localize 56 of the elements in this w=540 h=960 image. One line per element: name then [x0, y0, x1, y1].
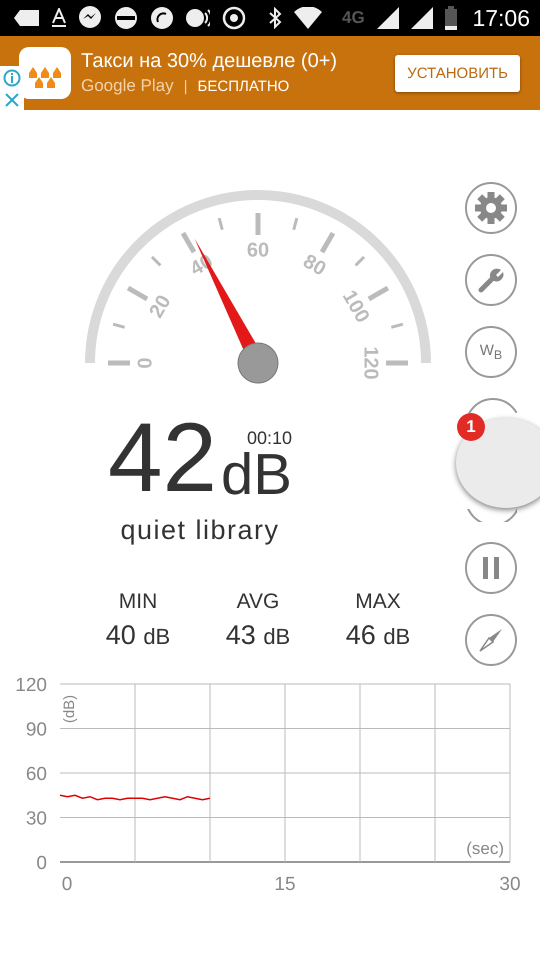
stat-label: MAX	[355, 590, 401, 614]
gauge-scale-label: 100	[338, 286, 374, 327]
clock: 17:06	[472, 4, 530, 32]
y-axis-label: 90	[26, 720, 47, 740]
compass-button[interactable]	[465, 614, 517, 666]
info-icon	[3, 69, 21, 87]
network-type: 4G	[342, 8, 365, 28]
y-axis-title: (dB)	[61, 694, 78, 724]
compass-icon	[478, 627, 504, 653]
y-axis-label: 60	[26, 764, 47, 785]
ad-title: Такси на 30% дешевле (0+)	[81, 50, 338, 73]
x-axis-label: 0	[62, 874, 72, 895]
unit-label: dB	[221, 449, 292, 502]
gauge-scale-label: 120	[360, 346, 382, 380]
text-icon	[52, 8, 66, 28]
stat-label: AVG	[236, 590, 280, 614]
pause-button[interactable]	[465, 542, 517, 594]
wrench-icon	[477, 266, 505, 294]
battery-icon	[444, 6, 457, 30]
x-axis-label: 30	[499, 874, 521, 895]
pause-icon	[482, 557, 500, 579]
install-button[interactable]: УСТАНОВИТЬ	[395, 54, 520, 92]
notification-badge: 1	[457, 413, 485, 441]
stat-value: 43 dB	[226, 620, 290, 651]
signal-icon	[376, 7, 399, 29]
wifi-icon	[294, 7, 322, 29]
messenger-icon	[78, 6, 102, 30]
separator: |	[184, 78, 188, 94]
signal-icon	[410, 7, 433, 29]
close-icon	[5, 93, 19, 107]
settings-icon	[475, 192, 507, 224]
app-icon	[19, 47, 71, 99]
y-axis-label: 120	[15, 675, 47, 696]
settings-button[interactable]	[465, 182, 517, 234]
sound-level-reading: 42	[108, 413, 218, 502]
tools-button[interactable]	[465, 254, 517, 306]
price-label: БЕСПЛАТНО	[198, 78, 290, 94]
elapsed-timer: 00:10	[246, 428, 292, 449]
ad-banner[interactable]: Такси на 30% дешевле (0+) Google Play | БЕСПЛАТНО УСТАНОВИТЬ	[0, 36, 540, 110]
gauge-scale-label: 0	[134, 357, 156, 369]
y-axis-label: 30	[26, 808, 47, 830]
bluetooth-icon	[268, 7, 282, 29]
noise-description: quiet library	[120, 515, 280, 546]
store-name: Google Play	[81, 76, 174, 96]
stat-value: 40 dB	[106, 620, 170, 651]
stat-value: 46 dB	[346, 620, 410, 651]
y-axis-label: 0	[36, 853, 47, 874]
floating-bubble[interactable]	[456, 418, 540, 508]
gauge-scale-label: 20	[145, 292, 176, 322]
gauge-scale-label: 80	[299, 250, 330, 280]
wb-button[interactable]: W$_{B}$	[465, 326, 517, 378]
x-axis-label: 15	[274, 874, 296, 895]
speaker-icon	[186, 6, 210, 30]
stat-label: MIN	[118, 590, 158, 614]
x-axis-title: (sec)	[466, 839, 504, 858]
gauge-scale-label: 60	[246, 239, 270, 262]
